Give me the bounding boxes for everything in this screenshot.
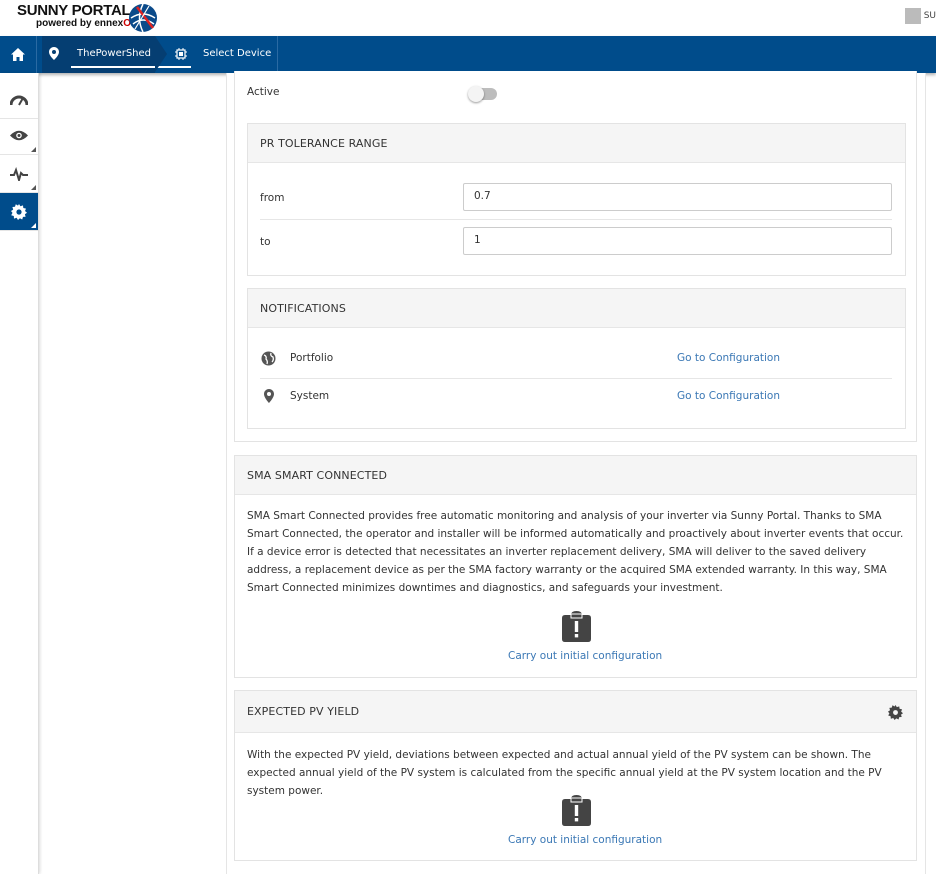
system-go-to-configuration-link[interactable]: Go to Configuration bbox=[677, 390, 780, 402]
top-bar: SUNNY PORTAL powered by ennexOS SU bbox=[0, 0, 936, 36]
logo-globe-icon bbox=[129, 3, 157, 33]
sidebar-item-monitoring[interactable] bbox=[0, 117, 38, 155]
sma-smart-connected-card: SMA SMART CONNECTED SMA Smart Connected … bbox=[234, 455, 917, 678]
active-label: Active bbox=[247, 86, 280, 98]
sidebar-item-dashboard[interactable] bbox=[0, 81, 38, 119]
navigation-bar: ThePowerShed Select Device bbox=[0, 36, 936, 73]
breadcrumb-device-label: Select Device bbox=[203, 48, 272, 59]
expected-pv-yield-title: EXPECTED PV YIELD bbox=[235, 691, 916, 733]
logo-title: SUNNY PORTAL bbox=[17, 2, 131, 19]
location-pin-icon bbox=[264, 389, 274, 403]
to-label: to bbox=[260, 236, 271, 248]
location-pin-icon bbox=[49, 47, 59, 60]
sma-smart-connected-title: SMA SMART CONNECTED bbox=[235, 456, 916, 495]
logo-subtitle-prefix: powered by ennex bbox=[36, 18, 124, 29]
notification-system-label: System bbox=[290, 390, 330, 402]
active-toggle[interactable] bbox=[468, 86, 497, 102]
row-divider bbox=[260, 219, 892, 220]
submenu-indicator bbox=[31, 185, 36, 190]
pr-tolerance-range-panel: PR TOLERANCE RANGE from 0.7 to 1 bbox=[247, 123, 906, 276]
user-avatar bbox=[904, 8, 921, 24]
eye-icon bbox=[10, 130, 28, 141]
dashboard-icon bbox=[10, 95, 28, 105]
globe-icon bbox=[261, 351, 276, 366]
pr-tolerance-range-title: PR TOLERANCE RANGE bbox=[248, 124, 905, 163]
user-label: SU bbox=[923, 11, 936, 21]
toggle-knob bbox=[468, 86, 484, 102]
clipboard-alert-icon bbox=[562, 795, 591, 826]
breadcrumb-plant-label: ThePowerShed bbox=[77, 48, 152, 59]
notification-portfolio-label: Portfolio bbox=[290, 352, 334, 364]
sma-smart-connected-description: SMA Smart Connected provides free automa… bbox=[247, 510, 904, 594]
sunny-portal-logo[interactable]: SUNNY PORTAL powered by ennexOS bbox=[17, 3, 138, 30]
pulse-icon bbox=[10, 166, 28, 181]
logo-subtitle: powered by ennexOS bbox=[17, 18, 138, 30]
performance-ratio-card: Active PR TOLERANCE RANGE from 0.7 to 1 … bbox=[234, 71, 917, 442]
row-divider bbox=[260, 378, 892, 379]
expected-pv-yield-card: EXPECTED PV YIELD With the expected PV y… bbox=[234, 690, 917, 861]
main-content: Active PR TOLERANCE RANGE from 0.7 to 1 … bbox=[226, 71, 926, 874]
clipboard-alert-icon bbox=[562, 611, 591, 642]
portfolio-go-to-configuration-link[interactable]: Go to Configuration bbox=[677, 352, 780, 364]
breadcrumb-plant[interactable]: ThePowerShed bbox=[42, 36, 191, 73]
pr-from-input[interactable]: 0.7 bbox=[463, 183, 892, 211]
from-label: from bbox=[260, 192, 285, 204]
expected-pv-yield-description: With the expected PV yield, deviations b… bbox=[247, 749, 882, 797]
pr-to-input[interactable]: 1 bbox=[463, 227, 892, 255]
submenu-indicator bbox=[31, 147, 36, 152]
notifications-panel: NOTIFICATIONS Portfolio Go to Configurat… bbox=[247, 288, 906, 429]
home-button[interactable] bbox=[0, 36, 37, 73]
expected-yield-initial-configuration-link[interactable]: Carry out initial configuration bbox=[508, 834, 662, 846]
sidebar-item-analysis[interactable] bbox=[0, 155, 38, 193]
sidebar-item-configuration[interactable] bbox=[0, 193, 38, 231]
breadcrumb-device[interactable]: Select Device bbox=[170, 36, 278, 73]
settings-gear-icon[interactable] bbox=[888, 705, 903, 720]
home-icon bbox=[11, 48, 25, 61]
gear-icon bbox=[11, 203, 27, 220]
submenu-indicator bbox=[31, 223, 36, 228]
user-menu[interactable]: SU bbox=[904, 8, 936, 24]
sidebar bbox=[0, 73, 39, 874]
smart-connected-initial-configuration-link[interactable]: Carry out initial configuration bbox=[508, 650, 662, 662]
notifications-title: NOTIFICATIONS bbox=[248, 289, 905, 328]
device-chip-icon bbox=[175, 48, 187, 60]
